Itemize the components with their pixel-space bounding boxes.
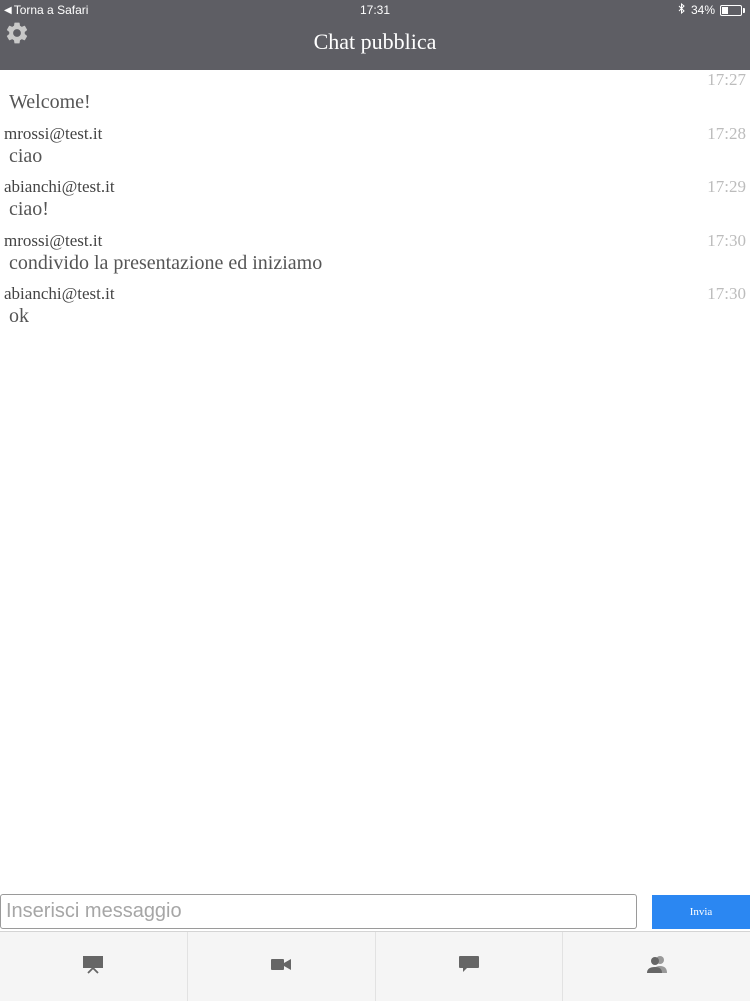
tab-presentation[interactable] [0, 932, 187, 1001]
presentation-icon [82, 953, 104, 980]
message-item: mrossi@test.it 17:30 condivido la presen… [0, 221, 750, 274]
tab-users[interactable] [562, 932, 750, 1001]
header-bar: Chat pubblica [0, 20, 750, 70]
message-text: ciao! [9, 198, 49, 221]
tab-chat[interactable] [374, 932, 563, 1001]
battery-icon [720, 4, 745, 16]
tab-video[interactable] [186, 932, 375, 1001]
message-item: abianchi@test.it 17:29 ciao! [0, 167, 750, 220]
status-bar: ◀ Torna a Safari 17:31 34% [0, 0, 750, 20]
send-button[interactable]: Invia [652, 895, 750, 929]
message-text: condivido la presentazione ed iniziamo [9, 251, 323, 274]
message-sender: mrossi@test.it [4, 124, 103, 143]
users-icon [646, 953, 668, 980]
message-sender: mrossi@test.it [4, 230, 103, 250]
message-text: ciao [9, 145, 43, 167]
page-title: Chat pubblica [313, 29, 437, 54]
message-item: 17:27 Welcome! [0, 70, 750, 114]
chat-bubble-icon [458, 953, 480, 980]
message-composer: Invia [0, 894, 750, 930]
message-text: Welcome! [9, 91, 91, 113]
message-item: mrossi@test.it 17:28 ciao [0, 114, 750, 167]
tab-bar [0, 931, 750, 1001]
message-sender: abianchi@test.it [4, 283, 115, 303]
status-right: 34% [678, 2, 745, 17]
message-time: 17:30 [707, 283, 746, 303]
message-item: abianchi@test.it 17:30 ok [0, 274, 750, 327]
battery-percent: 34% [690, 3, 715, 17]
status-time: 17:31 [359, 3, 391, 17]
message-time: 17:29 [707, 177, 746, 197]
message-time: 17:27 [707, 70, 746, 89]
message-list: 17:27 Welcome! mrossi@test.it 17:28 ciao… [0, 70, 750, 890]
message-sender: abianchi@test.it [4, 177, 115, 197]
message-time: 17:28 [707, 124, 746, 143]
bluetooth-icon [678, 2, 686, 17]
message-time: 17:30 [707, 230, 746, 250]
message-text: ok [9, 304, 29, 327]
video-camera-icon [270, 953, 292, 980]
message-input[interactable] [0, 894, 637, 929]
